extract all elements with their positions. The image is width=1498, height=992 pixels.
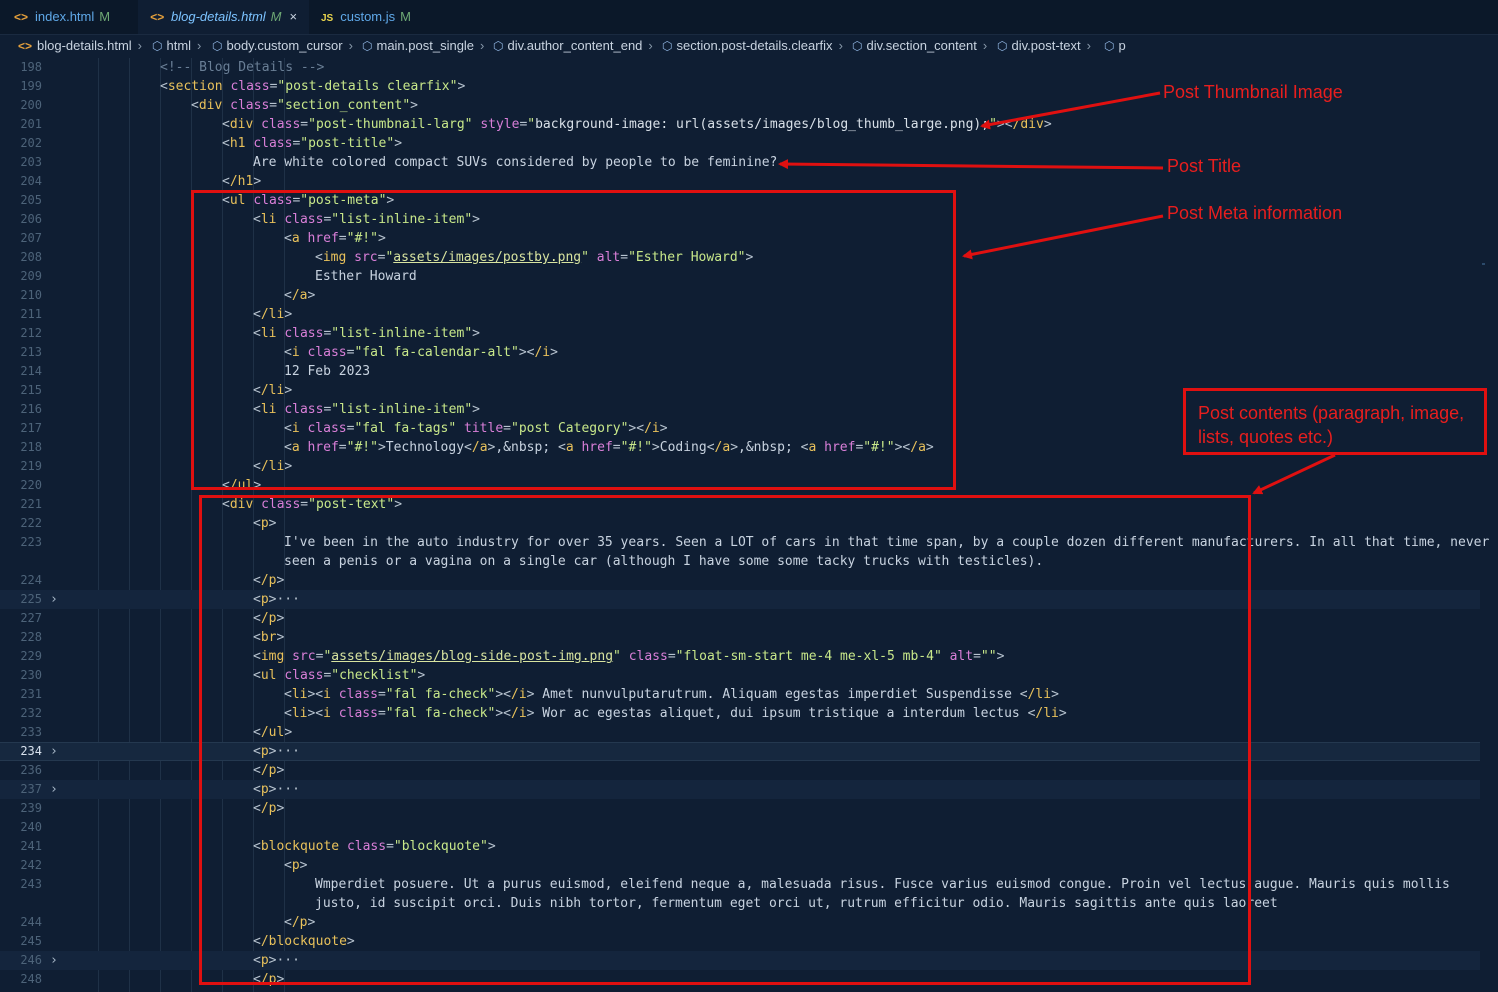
arrow-to-thumbnail [980,91,1161,130]
arrow-to-meta [962,214,1164,260]
arrow-to-title [778,159,1164,170]
arrow-to-contents [1252,453,1336,495]
annotation-arrows [778,91,1336,495]
